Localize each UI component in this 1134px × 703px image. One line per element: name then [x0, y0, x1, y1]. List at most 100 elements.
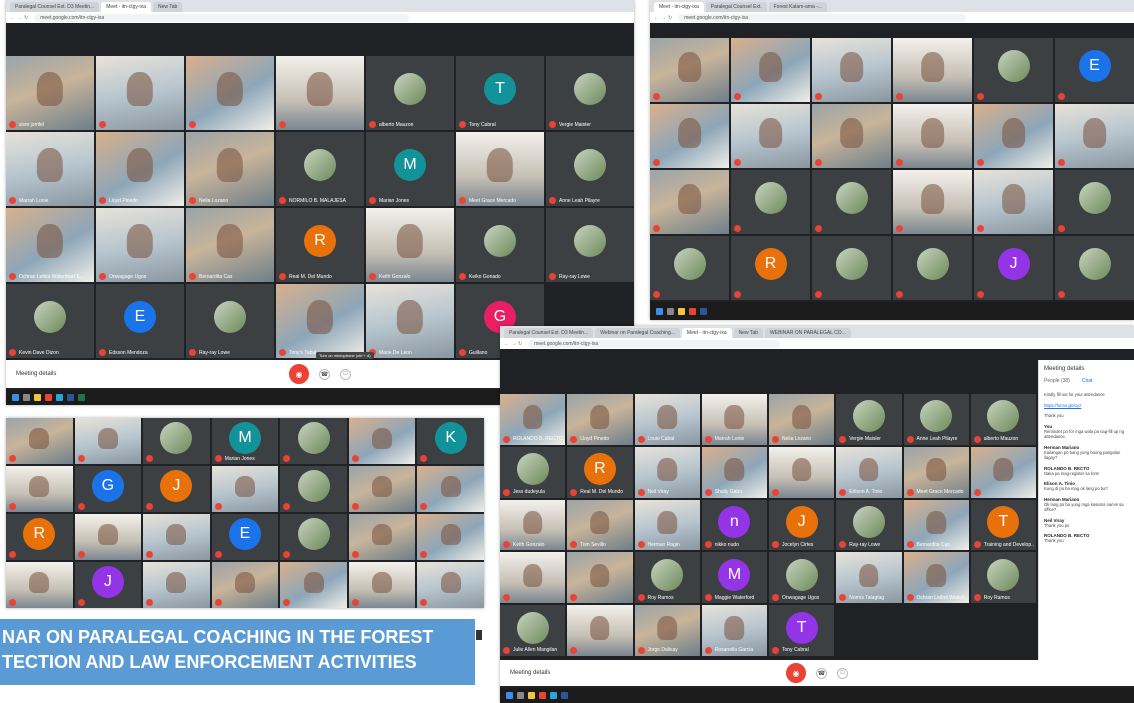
participant-tile[interactable]: Ray-ray Lowe: [836, 499, 902, 551]
participant-tile[interactable]: [143, 562, 210, 608]
participant-tile[interactable]: Neil Viray: [634, 446, 700, 498]
participant-tile[interactable]: n nikko nudo: [701, 499, 767, 551]
address-bar[interactable]: ←→↻ meet.google.com/itn-ctgy-ixa: [500, 338, 1134, 349]
participant-tile[interactable]: [6, 466, 73, 512]
tab-chat[interactable]: Chat: [1082, 378, 1093, 384]
browser-tab[interactable]: New Tab: [733, 328, 764, 338]
participant-tile[interactable]: R Real M. Del Mundo: [567, 446, 633, 498]
excel-icon[interactable]: [78, 394, 85, 401]
participant-tile[interactable]: [74, 514, 142, 560]
browser-tab[interactable]: Meet - itn-ctgy-ixa: [681, 328, 732, 338]
participant-tile[interactable]: [650, 170, 729, 234]
participant-tile[interactable]: [276, 56, 364, 130]
participant-tile[interactable]: Shally Gabo: [701, 446, 767, 498]
participant-tile[interactable]: E Edsson Mendoza: [96, 284, 184, 358]
nav-arrows-icon[interactable]: ←→↻: [504, 341, 524, 347]
participant-tile[interactable]: [6, 562, 73, 608]
participant-tile[interactable]: T Tony Cabral: [769, 605, 835, 656]
participant-tile[interactable]: [417, 514, 484, 560]
participant-tile[interactable]: Anne Leah Pilayre: [546, 132, 634, 206]
participant-tile[interactable]: [974, 170, 1053, 234]
file-explorer-icon[interactable]: [34, 394, 41, 401]
participant-tile[interactable]: T Training and Develop...: [970, 499, 1036, 551]
participant-tile[interactable]: [280, 514, 347, 560]
participant-tile[interactable]: Meet Grace Mercado: [903, 446, 969, 498]
participant-tile[interactable]: Roy Ramos: [634, 552, 700, 604]
file-explorer-icon[interactable]: [528, 692, 535, 699]
url-field[interactable]: meet.google.com/itn-ctgy-ixa: [678, 13, 967, 22]
chrome-icon[interactable]: [539, 692, 546, 699]
participant-tile[interactable]: Bernardita Cas: [903, 499, 969, 551]
participant-tile[interactable]: Vergie Maister: [546, 56, 634, 130]
participant-tile[interactable]: [893, 104, 972, 168]
participant-tile[interactable]: J: [143, 466, 210, 512]
participant-tile[interactable]: [567, 605, 633, 656]
participant-tile[interactable]: J: [974, 236, 1053, 300]
mic-off-button[interactable]: ◉: [289, 364, 309, 384]
participant-tile[interactable]: K: [417, 418, 484, 464]
participant-tile[interactable]: alberto Mauzon: [970, 394, 1036, 445]
participant-tile[interactable]: [280, 466, 347, 512]
participant-tile[interactable]: [769, 446, 835, 498]
browser-tab[interactable]: Paralegal Counsel Ext. D3 Meetin...: [504, 328, 594, 338]
participant-tile[interactable]: sioni jomfel: [6, 56, 94, 130]
participant-tile[interactable]: Herman Ragin: [634, 499, 700, 551]
participant-tile[interactable]: [417, 562, 484, 608]
meeting-details-button[interactable]: Meeting details: [510, 670, 550, 676]
mic-off-button[interactable]: ◉: [786, 663, 806, 683]
word-icon[interactable]: [700, 307, 707, 315]
chat-text[interactable]: https://forms.gle/xyz: [1044, 403, 1129, 409]
participant-tile[interactable]: [211, 562, 279, 608]
participant-tile[interactable]: Meet Grace Mercado: [456, 132, 544, 206]
participant-tile[interactable]: M Marian Jones: [211, 418, 279, 464]
participant-tile[interactable]: [143, 418, 210, 464]
participant-tile[interactable]: [96, 56, 184, 130]
participant-tile[interactable]: Ochran Leibot Waterthart S...: [6, 208, 94, 282]
participant-tile[interactable]: Keith Gonzalo: [500, 499, 566, 551]
participant-tile[interactable]: Onwagage Ugos: [96, 208, 184, 282]
participant-tile[interactable]: [1055, 236, 1134, 300]
participant-tile[interactable]: Ray-ray Lowe: [186, 284, 274, 358]
participant-tile[interactable]: [650, 38, 729, 102]
browser-tab[interactable]: Paralegal Counsel Ext. D3 Meetin...: [10, 2, 100, 12]
browser-tab[interactable]: Meet - itn-ctgy-ixa: [654, 2, 704, 12]
participant-tile[interactable]: [348, 466, 416, 512]
participant-tile[interactable]: Keith Gonzalo: [366, 208, 454, 282]
tab-people[interactable]: People (38): [1044, 378, 1070, 384]
browser-tab[interactable]: Meet - itn-ctgy-ixa: [101, 2, 151, 12]
participant-tile[interactable]: E: [1055, 38, 1134, 102]
participant-tile[interactable]: [650, 104, 729, 168]
participant-tile[interactable]: Marrah Lonie: [701, 394, 767, 445]
participant-tile[interactable]: [348, 562, 416, 608]
camera-button[interactable]: □: [837, 667, 848, 679]
windows-start-icon[interactable]: [12, 394, 19, 401]
participant-tile[interactable]: [1055, 104, 1134, 168]
participant-tile[interactable]: G: [74, 466, 142, 512]
participant-tile[interactable]: [417, 466, 484, 512]
participant-tile[interactable]: [650, 236, 729, 300]
participant-tile[interactable]: Lloyd Pinedo: [567, 394, 633, 445]
participant-tile[interactable]: Louie Cabal: [634, 394, 700, 445]
participant-tile[interactable]: E: [211, 514, 279, 560]
end-call-icon[interactable]: ☎: [816, 667, 827, 679]
participant-tile[interactable]: [74, 418, 142, 464]
participant-tile[interactable]: alberto Mauzon: [366, 56, 454, 130]
participant-tile[interactable]: [500, 552, 566, 604]
end-call-icon[interactable]: ☎: [319, 368, 330, 380]
participant-tile[interactable]: Bernardita Cas: [186, 208, 274, 282]
participant-tile[interactable]: Lloyd Pinedo: [96, 132, 184, 206]
url-field[interactable]: meet.google.com/itn-ctgy-ixa: [34, 13, 409, 22]
participant-tile[interactable]: J Jocelyn Cirtes: [769, 499, 835, 551]
participant-tile[interactable]: [731, 170, 810, 234]
participant-tile[interactable]: [280, 418, 347, 464]
participant-tile[interactable]: [348, 418, 416, 464]
participant-tile[interactable]: [731, 104, 810, 168]
nav-arrows-icon[interactable]: ←→↻: [10, 15, 30, 21]
windows-start-icon[interactable]: [506, 692, 513, 699]
participant-tile[interactable]: M Maggie Waterford: [701, 552, 767, 604]
browser-tab[interactable]: WEBINAR ON PARALEGAL CO...: [765, 328, 851, 338]
nav-arrows-icon[interactable]: ←→↻: [654, 15, 674, 21]
participant-tile[interactable]: [186, 56, 274, 130]
participant-tile[interactable]: [893, 170, 972, 234]
participant-tile[interactable]: Marrah Lonie: [6, 132, 94, 206]
